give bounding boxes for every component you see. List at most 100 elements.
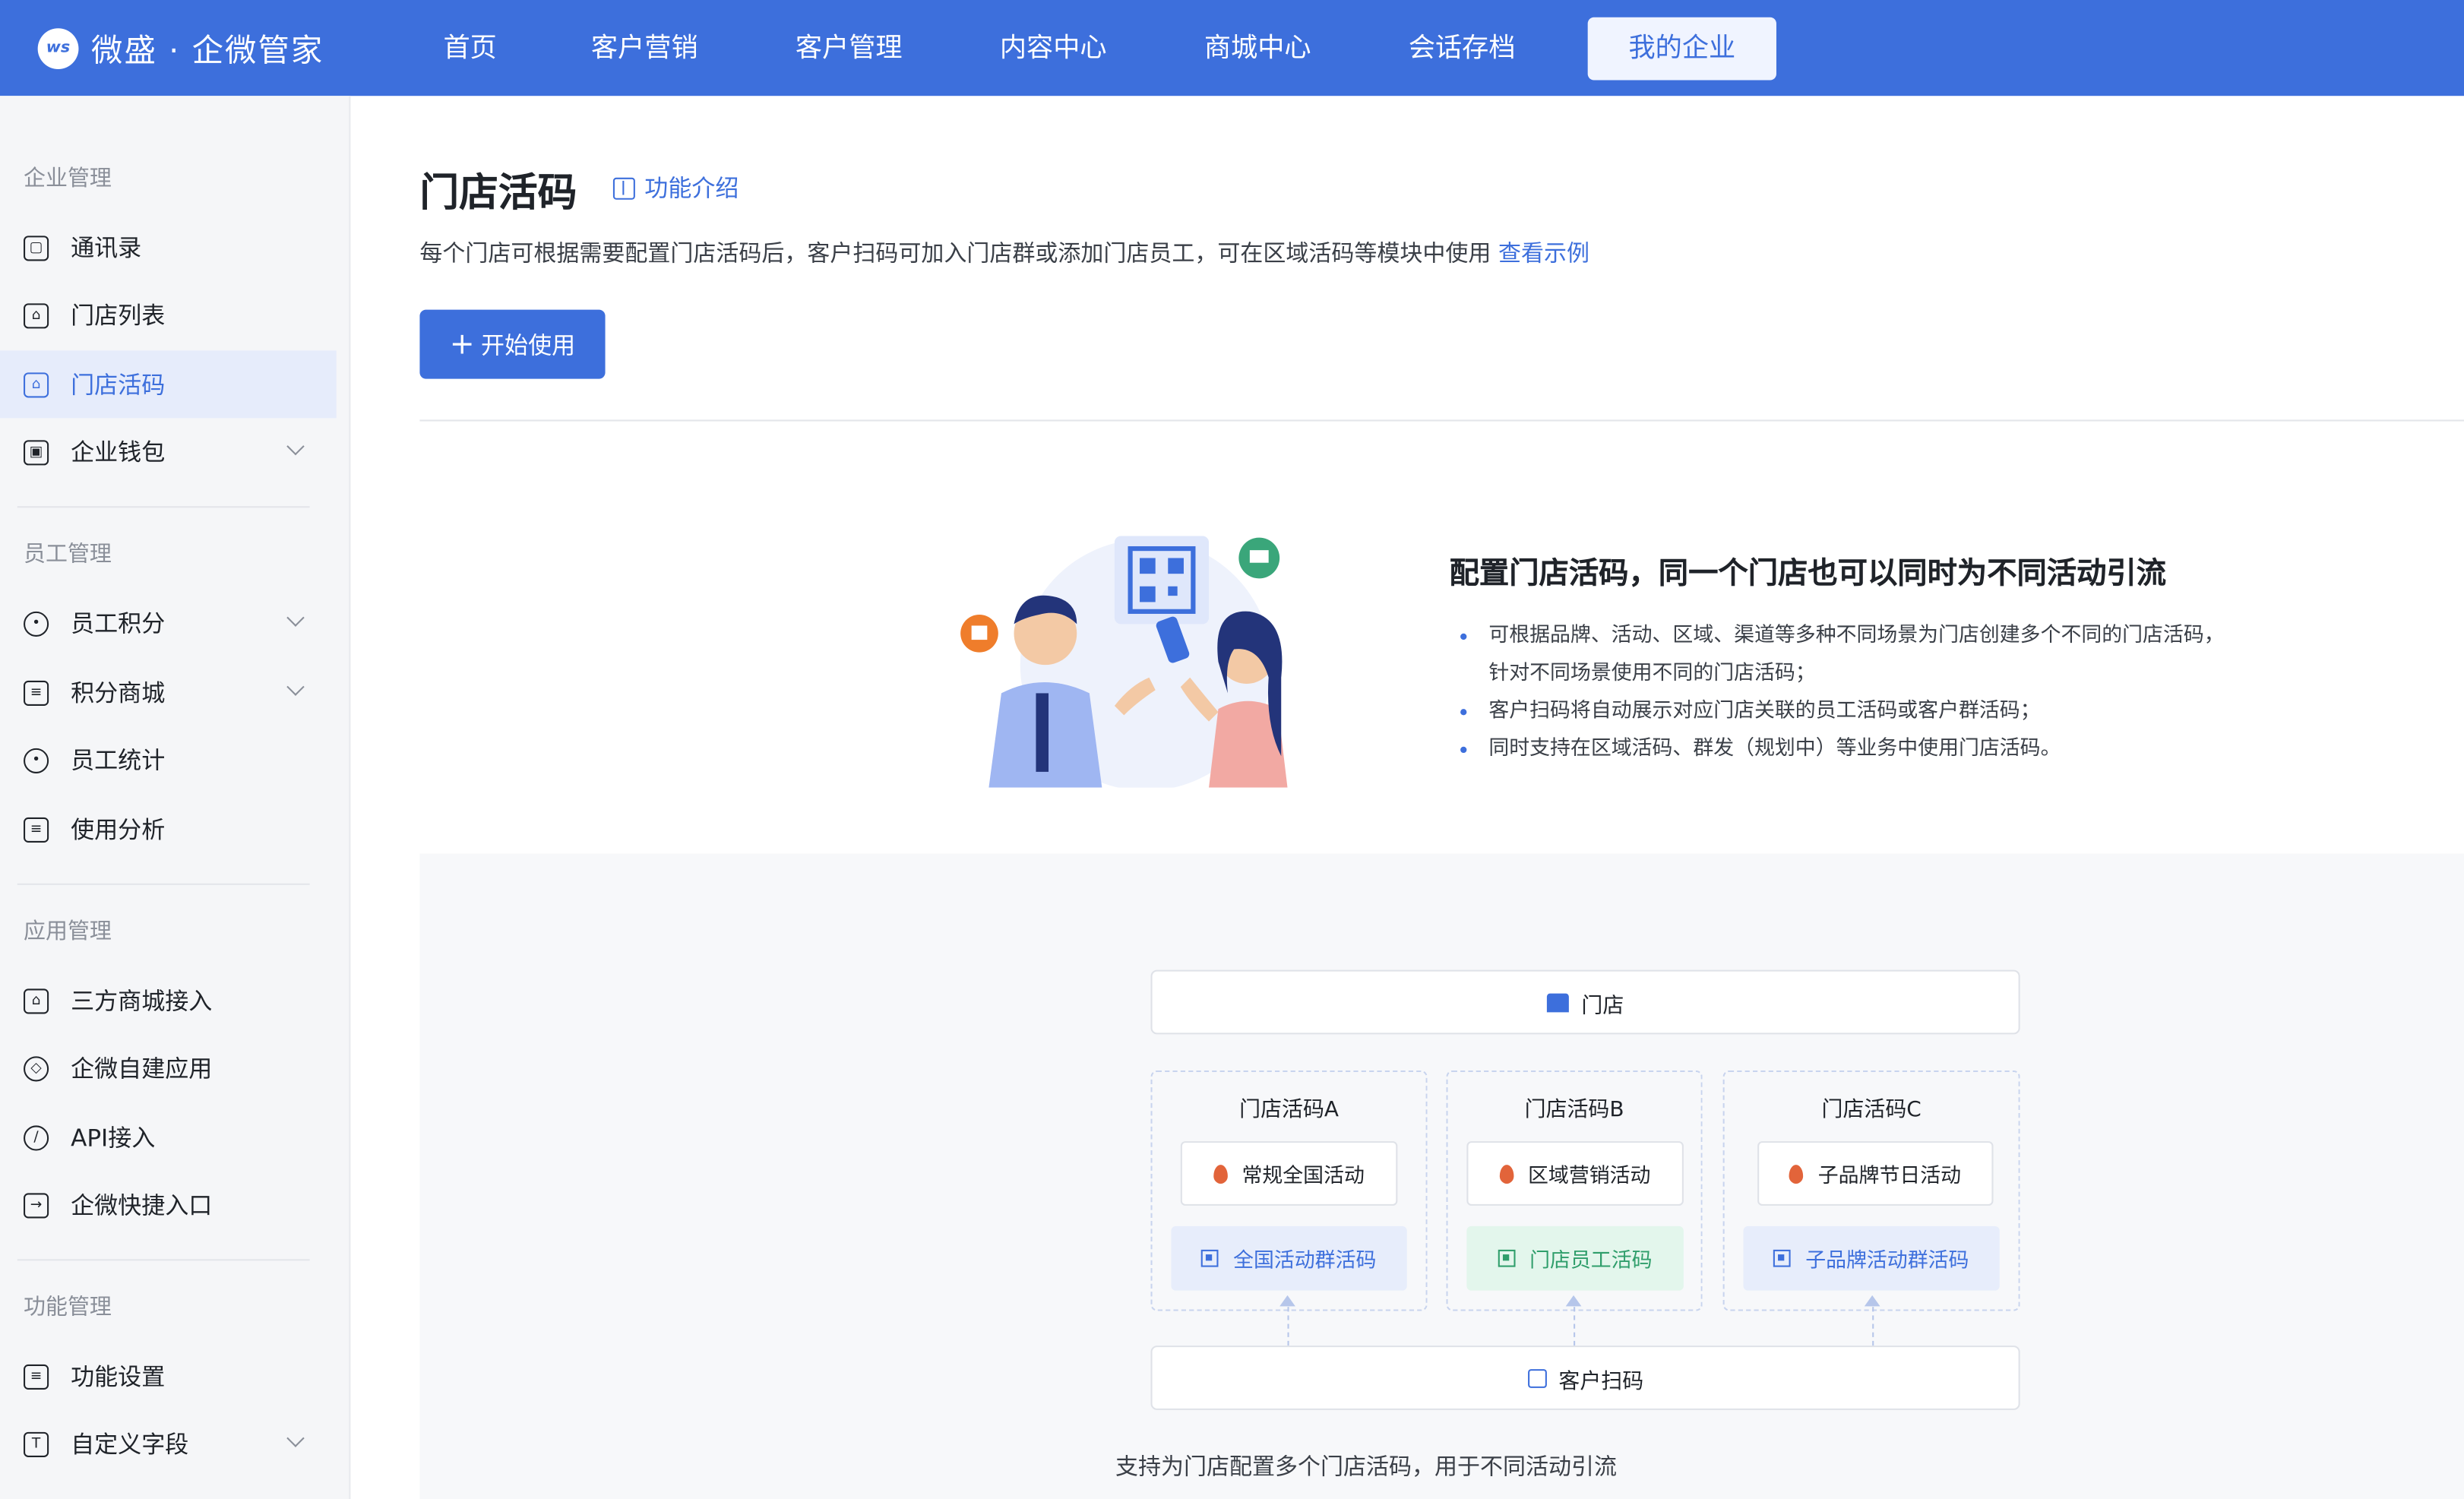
description-text: 每个门店可根据需要配置门店活码后，客户扫码可加入门店群或添加门店员工，可在区域活… — [419, 242, 1491, 267]
activity-box: 常规全国活动 — [1180, 1141, 1398, 1206]
sidebar-item-label: 通讯录 — [71, 234, 142, 263]
feature-intro-link[interactable]: 功能介绍 — [612, 172, 739, 204]
flame-icon — [1789, 1164, 1805, 1183]
feature-point: 客户扫码将自动展示对应门店关联的员工活码或客户群活码； — [1460, 693, 2247, 731]
sidebar-item-store-list[interactable]: ⌂ 门店列表 — [0, 281, 337, 349]
feature-intro-label: 功能介绍 — [644, 174, 739, 203]
start-using-button[interactable]: + 开始使用 — [419, 309, 606, 379]
sidebar-item-custom-app[interactable]: ◇ 企微自建应用 — [0, 1034, 337, 1102]
diagram-store-box: 门店 — [1150, 969, 2020, 1035]
chevron-down-icon — [286, 437, 305, 456]
qr-code-icon — [1498, 1249, 1516, 1267]
code-box: 门店员工活码 — [1466, 1225, 1684, 1291]
sidebar-item-label: 三方商城接入 — [71, 987, 213, 1016]
sidebar-group-title: 应用管理 — [24, 919, 112, 945]
arrow-up-icon — [1864, 1295, 1880, 1346]
brand-logo[interactable]: ws 微盛 · 企微管家 — [37, 25, 384, 71]
diagram-scan-box: 客户扫码 — [1150, 1346, 2020, 1410]
sidebar-item-user-points[interactable]: • 员工积分 — [0, 590, 337, 657]
activity-label: 子品牌节日活动 — [1817, 1165, 1962, 1189]
sidebar-item-label: 员工积分 — [71, 609, 166, 639]
brand-name: 微盛 · 企微管家 — [91, 31, 324, 70]
sidebar-item-label: 企微自建应用 — [71, 1055, 213, 1083]
sidebar-group-title: 员工管理 — [24, 542, 112, 568]
sidebar-item-label: 自定义字段 — [71, 1430, 189, 1459]
sidebar-item-points-mall[interactable]: ≡ 积分商城 — [0, 659, 337, 726]
code-box: 子品牌活动群活码 — [1743, 1225, 2000, 1291]
activity-box: 区域营销活动 — [1466, 1141, 1684, 1206]
sidebar-item-label: 企微快捷入口 — [71, 1191, 213, 1220]
page-title: 门店活码 — [419, 169, 577, 216]
top-nav-bar: ws 微盛 · 企微管家 首页 客户营销 客户管理 内容中心 商城中心 会话存档… — [0, 0, 2464, 96]
nav-customer-management[interactable]: 客户管理 — [770, 17, 928, 80]
book-icon — [612, 176, 635, 199]
wallet-icon: ▣ — [24, 439, 49, 465]
sidebar-item-wallet[interactable]: ▣ 企业钱包 — [0, 418, 337, 485]
view-example-link[interactable]: 查看示例 — [1498, 242, 1589, 267]
sidebar-item-feature-settings[interactable]: ≡ 功能设置 — [0, 1342, 337, 1410]
diagram-column-c: 门店活码C 子品牌节日活动 子品牌活动群活码 — [1722, 1070, 2020, 1311]
chevron-down-icon — [286, 678, 305, 696]
start-using-label: 开始使用 — [481, 330, 576, 359]
api-icon: ∕ — [24, 1124, 49, 1150]
cube-icon: ◇ — [24, 1055, 49, 1081]
logo-badge-icon: ws — [37, 27, 79, 69]
sidebar-item-label: 门店活码 — [71, 371, 166, 400]
diagram-caption: 支持为门店配置多个门店活码，用于不同活动引流 — [1115, 1455, 1617, 1481]
code-box: 全国活动群活码 — [1171, 1225, 1407, 1291]
nav-customer-marketing[interactable]: 客户营销 — [566, 17, 723, 80]
nav-content-center[interactable]: 内容中心 — [975, 17, 1132, 80]
store-code-diagram: 门店 门店活码A 常规全国活动 全国活动群活码 门店活码B 区域营销活动 门店员… — [419, 853, 2464, 1499]
plus-icon: + — [449, 326, 475, 361]
diagram-column-b: 门店活码B 区域营销活动 门店员工活码 — [1446, 1070, 1703, 1311]
code-label: 子品牌活动群活码 — [1805, 1249, 1969, 1273]
sidebar-item-contacts[interactable]: ▢ 通讯录 — [0, 213, 337, 281]
sidebar-item-mall-connect[interactable]: ⌂ 三方商城接入 — [0, 966, 337, 1034]
sidebar-item-user-stats[interactable]: • 员工统计 — [0, 726, 337, 794]
sidebar-item-label: 积分商城 — [71, 678, 166, 708]
user-points-icon: • — [24, 610, 49, 636]
sidebar-item-label: API接入 — [71, 1124, 156, 1153]
feature-point-continued: 针对不同场景使用不同的门店活码； — [1488, 662, 1816, 686]
sidebar-divider — [17, 883, 310, 885]
flame-icon — [1499, 1164, 1514, 1183]
mall-connect-icon: ⌂ — [24, 988, 49, 1014]
feature-point: 同时支持在区域活码、群发（规划中）等业务中使用门店活码。 — [1460, 731, 2247, 769]
text-field-icon: T — [24, 1431, 49, 1456]
sidebar-item-analysis[interactable]: ≡ 使用分析 — [0, 795, 337, 863]
sidebar-group-title: 企业管理 — [24, 166, 112, 192]
store-label: 门店 — [1581, 992, 1624, 1018]
sidebar-item-store-code[interactable]: ⌂ 门店活码 — [0, 350, 337, 419]
sliders-icon: ≡ — [24, 1363, 49, 1389]
chevron-down-icon — [286, 609, 305, 627]
main-nav: 首页 客户营销 客户管理 内容中心 商城中心 会话存档 我的企业 — [418, 0, 1779, 96]
user-stats-icon: • — [24, 747, 49, 773]
activity-label: 区域营销活动 — [1528, 1165, 1651, 1189]
arrow-up-icon — [1279, 1295, 1295, 1346]
sidebar-item-label: 员工统计 — [71, 746, 166, 776]
store-code-icon: ⌂ — [24, 372, 49, 397]
nav-chat-archive[interactable]: 会话存档 — [1384, 17, 1541, 80]
sidebar-item-label: 门店列表 — [71, 302, 166, 330]
shortcut-icon: → — [24, 1192, 49, 1218]
code-label: 门店员工活码 — [1529, 1249, 1653, 1273]
sidebar-item-shortcut[interactable]: → 企微快捷入口 — [0, 1171, 337, 1238]
activity-label: 常规全国活动 — [1241, 1165, 1365, 1189]
qr-code-icon — [1773, 1249, 1792, 1267]
sidebar-item-label: 功能设置 — [71, 1362, 166, 1392]
code-label: 全国活动群活码 — [1233, 1249, 1377, 1273]
arrow-up-icon — [1565, 1295, 1582, 1346]
sidebar-item-label: 企业钱包 — [71, 438, 166, 467]
nav-mall-center[interactable]: 商城中心 — [1179, 17, 1336, 80]
nav-my-enterprise[interactable]: 我的企业 — [1587, 16, 1776, 80]
points-mall-icon: ≡ — [24, 679, 49, 705]
main-content: 门店活码 功能介绍 每个门店可根据需要配置门店活码后，客户扫码可加入门店群或添加… — [352, 96, 2464, 1499]
column-title: 门店活码C — [1821, 1097, 1922, 1123]
contacts-icon: ▢ — [24, 235, 49, 261]
sidebar-item-api[interactable]: ∕ API接入 — [0, 1103, 337, 1171]
sidebar-item-label: 使用分析 — [71, 815, 166, 845]
page-description: 每个门店可根据需要配置门店活码后，客户扫码可加入门店群或添加门店员工，可在区域活… — [419, 236, 1589, 268]
activity-box: 子品牌节日活动 — [1757, 1141, 1994, 1206]
analysis-icon: ≡ — [24, 816, 49, 842]
nav-home[interactable]: 首页 — [418, 17, 522, 80]
